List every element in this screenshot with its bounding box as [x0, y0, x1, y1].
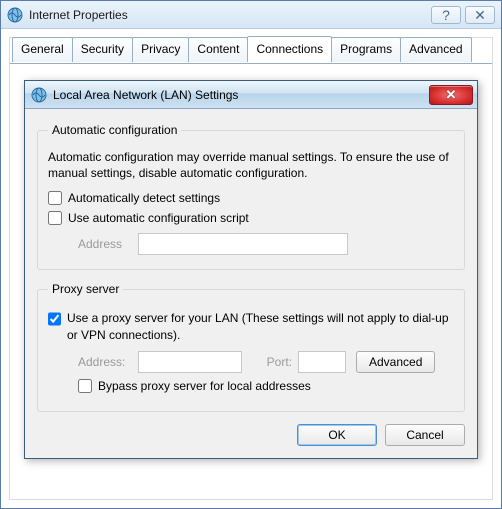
tab-advanced[interactable]: Advanced	[400, 37, 471, 62]
proxy-address-input[interactable]	[138, 351, 242, 373]
script-address-input[interactable]	[138, 233, 348, 255]
dialog-body: Automatic configuration Automatic config…	[25, 109, 477, 458]
close-dialog-button[interactable]: ✕	[429, 85, 473, 105]
auto-detect-label: Automatically detect settings	[68, 191, 220, 205]
tab-programs[interactable]: Programs	[331, 37, 401, 62]
advanced-button[interactable]: Advanced	[356, 351, 435, 373]
tab-connections[interactable]: Connections	[247, 36, 332, 61]
proxy-port-input[interactable]	[298, 351, 346, 373]
ok-button[interactable]: OK	[297, 424, 377, 446]
dialog-titlebar: Local Area Network (LAN) Settings ✕	[25, 81, 477, 109]
auto-config-legend: Automatic configuration	[48, 123, 181, 137]
auto-detect-row: Automatically detect settings	[48, 191, 454, 205]
script-address-label: Address	[78, 237, 138, 251]
use-proxy-row: Use a proxy server for your LAN (These s…	[48, 310, 454, 342]
bypass-label: Bypass proxy server for local addresses	[98, 379, 311, 393]
tab-panel	[10, 63, 492, 64]
use-script-row: Use automatic configuration script	[48, 211, 454, 225]
dialog-footer: OK Cancel	[37, 424, 465, 446]
parent-window-buttons: ? ✕	[431, 6, 495, 24]
cancel-button[interactable]: Cancel	[385, 424, 465, 446]
script-address-row: Address	[78, 233, 454, 255]
parent-window-title: Internet Properties	[29, 8, 431, 22]
internet-icon	[7, 7, 23, 23]
lan-settings-dialog: Local Area Network (LAN) Settings ✕ Auto…	[24, 80, 478, 459]
tab-privacy[interactable]: Privacy	[132, 37, 189, 62]
dialog-title: Local Area Network (LAN) Settings	[53, 88, 429, 102]
close-icon: ✕	[446, 87, 457, 103]
automatic-configuration-group: Automatic configuration Automatic config…	[37, 123, 465, 270]
use-proxy-label: Use a proxy server for your LAN (These s…	[67, 310, 454, 342]
auto-config-description: Automatic configuration may override man…	[48, 149, 454, 181]
bypass-row: Bypass proxy server for local addresses	[78, 379, 454, 393]
internet-icon	[31, 87, 47, 103]
parent-titlebar: Internet Properties ? ✕	[1, 1, 501, 29]
use-script-label: Use automatic configuration script	[68, 211, 249, 225]
help-button[interactable]: ?	[431, 6, 461, 24]
proxy-address-row: Address: Port: Advanced	[78, 351, 454, 373]
proxy-port-label: Port:	[252, 355, 292, 369]
close-parent-button[interactable]: ✕	[465, 6, 495, 24]
proxy-server-group: Proxy server Use a proxy server for your…	[37, 282, 465, 411]
tab-content[interactable]: Content	[188, 37, 248, 62]
use-proxy-checkbox[interactable]	[48, 312, 61, 326]
proxy-address-label: Address:	[78, 355, 138, 369]
bypass-checkbox[interactable]	[78, 379, 92, 393]
proxy-legend: Proxy server	[48, 282, 123, 296]
auto-detect-checkbox[interactable]	[48, 191, 62, 205]
tab-general[interactable]: General	[12, 37, 73, 62]
tab-strip: General Security Privacy Content Connect…	[12, 37, 492, 62]
tab-security[interactable]: Security	[72, 37, 133, 62]
use-script-checkbox[interactable]	[48, 211, 62, 225]
